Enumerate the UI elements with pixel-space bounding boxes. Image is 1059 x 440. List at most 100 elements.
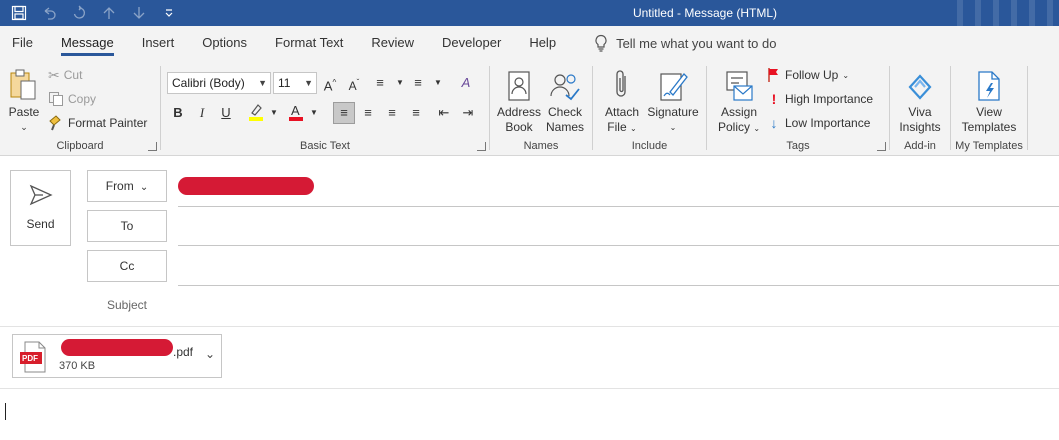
chevron-down-icon[interactable]: ▼ <box>427 72 449 94</box>
add-in-group: Viva Insights Add-in <box>890 62 950 154</box>
cc-button[interactable]: Cc <box>87 250 167 282</box>
format-painter-label: Format Painter <box>68 116 148 130</box>
tab-file[interactable]: File <box>0 26 47 60</box>
view-templates-label-2: Templates <box>961 120 1017 134</box>
align-right-button[interactable]: ≡ <box>381 102 403 124</box>
paste-button[interactable]: Paste ⌄ <box>4 64 44 135</box>
chevron-down-icon[interactable]: ▼ <box>303 102 325 124</box>
address-book-label-1: Address <box>496 105 542 119</box>
to-input[interactable] <box>178 212 1059 242</box>
tab-options[interactable]: Options <box>188 26 261 60</box>
align-center-button[interactable]: ≡ <box>357 102 379 124</box>
signature-button[interactable]: Signature ⌄ <box>645 64 701 135</box>
tab-developer[interactable]: Developer <box>428 26 515 60</box>
svg-text:A: A <box>291 103 300 118</box>
cc-input[interactable] <box>178 252 1059 282</box>
bullets-icon[interactable]: ≡ <box>369 72 391 94</box>
chevron-down-icon: ⌄ <box>669 123 677 132</box>
address-book-button[interactable]: Address Book <box>496 64 542 135</box>
customize-icon[interactable] <box>156 2 182 24</box>
check-names-icon <box>542 64 588 102</box>
ribbon-tabs: File Message Insert Options Format Text … <box>0 26 1059 60</box>
font-size-combo[interactable]: 11 ▼ <box>273 72 317 94</box>
tab-insert[interactable]: Insert <box>128 26 189 60</box>
cut-label: Cut <box>63 68 83 82</box>
attach-file-label-2: File <box>607 120 627 134</box>
font-name-value: Calibri (Body) <box>172 76 245 90</box>
down-icon[interactable] <box>126 2 152 24</box>
view-templates-button[interactable]: View Templates <box>955 64 1023 135</box>
copy-button[interactable]: Copy <box>48 88 96 110</box>
cut-button[interactable]: ✂ Cut <box>48 64 82 86</box>
redo-icon[interactable] <box>66 2 92 24</box>
tab-message[interactable]: Message <box>47 26 128 60</box>
assign-policy-icon <box>713 64 765 102</box>
attach-file-button[interactable]: Attach File ⌄ <box>599 64 645 136</box>
chevron-down-icon: ▼ <box>304 78 313 88</box>
undo-icon[interactable] <box>36 2 62 24</box>
tags-dialog-launcher[interactable] <box>877 142 886 151</box>
underline-button[interactable]: U <box>215 102 237 124</box>
tell-me-box[interactable]: Tell me what you want to do <box>594 34 776 52</box>
paperclip-icon <box>599 64 645 102</box>
check-names-label-1: Check <box>547 105 582 119</box>
send-button[interactable]: Send <box>10 170 71 246</box>
include-group: Attach File ⌄ Signature ⌄ Include <box>593 62 706 154</box>
attach-file-label-1: Attach <box>604 105 640 119</box>
from-button[interactable]: From ⌄ <box>87 170 167 202</box>
basic-text-group-label: Basic Text <box>300 140 350 152</box>
attachment-chip[interactable]: PDF .pdf 370 KB ⌄ <box>12 334 222 378</box>
chevron-down-icon[interactable]: ⌄ <box>205 347 215 361</box>
numbering-icon[interactable]: ≡ <box>407 72 429 94</box>
signature-icon <box>645 64 701 102</box>
view-templates-icon <box>955 64 1023 102</box>
align-left-button[interactable]: ≡ <box>333 102 355 124</box>
justify-button[interactable]: ≡ <box>405 102 427 124</box>
basic-text-group: Calibri (Body) ▼ 11 ▼ A^ Aˇ ≡ ▼ ≡ ▼ A B … <box>161 62 489 154</box>
attachment-name-suffix: .pdf <box>173 345 194 359</box>
copy-label: Copy <box>68 92 97 106</box>
tab-help[interactable]: Help <box>515 26 570 60</box>
group-divider <box>1027 66 1028 150</box>
viva-insights-button[interactable]: Viva Insights <box>894 64 946 135</box>
my-templates-group-label: My Templates <box>955 140 1023 152</box>
arrow-down-icon: ↓ <box>770 115 778 131</box>
tab-review[interactable]: Review <box>357 26 428 60</box>
address-book-label-2: Book <box>505 120 533 134</box>
bold-button[interactable]: B <box>167 102 189 124</box>
grow-font-button[interactable]: A^ <box>319 72 341 94</box>
attachment-size: 370 KB <box>59 360 96 372</box>
follow-up-button[interactable]: Follow Up ⌄ <box>767 64 849 86</box>
check-names-button[interactable]: Check Names <box>542 64 588 135</box>
basic-text-dialog-launcher[interactable] <box>477 142 486 151</box>
shrink-font-button[interactable]: Aˇ <box>343 72 365 94</box>
format-painter-button[interactable]: Format Painter <box>48 112 147 134</box>
increase-indent-icon[interactable]: ⇥ <box>457 102 479 124</box>
quick-access-toolbar <box>6 0 182 26</box>
viva-insights-label-2: Insights <box>899 120 941 134</box>
add-in-group-label: Add-in <box>904 140 936 152</box>
tab-format-text[interactable]: Format Text <box>261 26 357 60</box>
subject-input[interactable] <box>178 292 1059 320</box>
italic-button[interactable]: I <box>191 102 213 124</box>
chevron-down-icon: ⌄ <box>137 182 149 193</box>
paste-label: Paste <box>8 105 40 119</box>
tags-group: Assign Policy ⌄ Follow Up ⌄ ! High Impor… <box>707 62 889 154</box>
chevron-down-icon[interactable]: ▼ <box>263 102 285 124</box>
assign-policy-button[interactable]: Assign Policy ⌄ <box>713 64 765 136</box>
high-importance-button[interactable]: ! High Importance <box>767 88 873 110</box>
paste-dropdown-icon[interactable]: ⌄ <box>4 120 44 135</box>
low-importance-button[interactable]: ↓ Low Importance <box>767 112 871 134</box>
message-body[interactable] <box>0 390 1059 440</box>
clipboard-dialog-launcher[interactable] <box>148 142 157 151</box>
assign-policy-label-2: Policy <box>717 120 750 134</box>
font-size-value: 11 <box>278 76 291 90</box>
clear-formatting-icon[interactable]: A <box>455 72 477 94</box>
decrease-indent-icon[interactable]: ⇤ <box>433 102 455 124</box>
save-icon[interactable] <box>6 2 32 24</box>
to-button[interactable]: To <box>87 210 167 242</box>
up-icon[interactable] <box>96 2 122 24</box>
cc-label: Cc <box>119 259 135 273</box>
font-name-combo[interactable]: Calibri (Body) ▼ <box>167 72 271 94</box>
cc-field-underline <box>178 285 1059 286</box>
